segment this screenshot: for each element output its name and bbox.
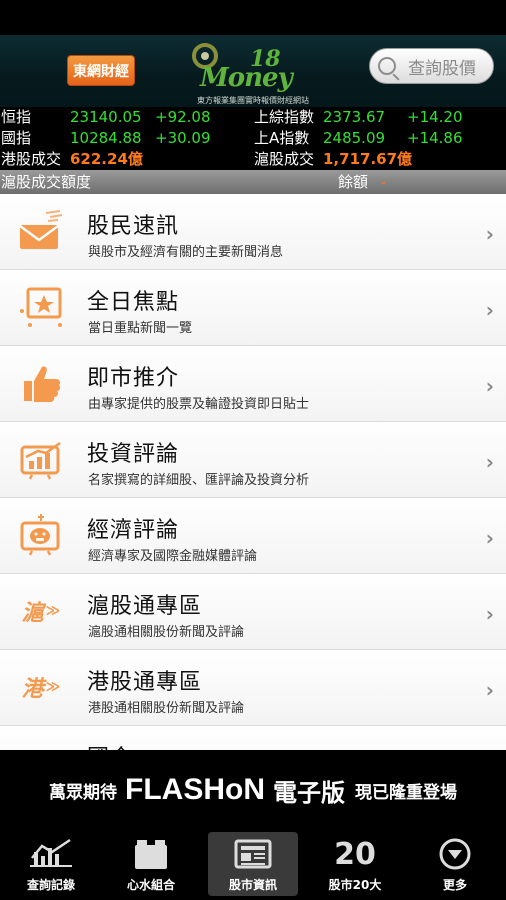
quota-label: 滬股成交額度 (1, 173, 92, 191)
tab-label: 查詢記錄 (26, 878, 75, 892)
logo-text: Money (200, 63, 293, 93)
search-placeholder: 查詢股價 (408, 58, 476, 79)
banner-brand: FLASHoN (125, 773, 265, 806)
menu-item-market-tips[interactable]: 即市推介 由專家提供的股票及輪證投資即日貼士 › (0, 346, 506, 422)
chart-board-icon (16, 436, 66, 482)
tab-label: 心水組合 (126, 878, 175, 892)
balance-value: - (381, 173, 387, 191)
menu-item-soe[interactable]: 國企 (0, 726, 506, 750)
hk-turnover-label: 港股成交 (1, 150, 62, 168)
quota-bar: 滬股成交額度 餘額 - (0, 170, 506, 194)
news-menu: 股民速訊 與股市及經濟有關的主要新聞消息 › 全日焦點 當日重點新聞一覽 › 即… (0, 194, 506, 750)
gang-glyph-icon: 港 ≫ (21, 677, 61, 702)
search-icon (378, 57, 396, 75)
tab-portfolio[interactable]: 心水組合 (106, 832, 196, 896)
menu-item-daily-focus[interactable]: 全日焦點 當日重點新聞一覽 › (0, 270, 506, 346)
menu-title: 即市推介 (87, 366, 180, 391)
hk-turnover-value: 622.24億 (70, 150, 143, 168)
menu-item-hk-connect[interactable]: 港 ≫ 港股通專區 港股通相關股份新聞及評論 › (0, 650, 506, 726)
index-label: 國指 (1, 129, 32, 147)
menu-title: 港股通專區 (87, 670, 203, 695)
piggy-bank-icon (16, 512, 66, 558)
tab-label: 股市20大 (328, 878, 382, 892)
chevron-right-icon: › (485, 374, 494, 398)
sh-turnover-label: 滬股成交 (254, 150, 315, 168)
tab-top-20[interactable]: 20 股市20大 (310, 832, 400, 896)
menu-item-economic-commentary[interactable]: 經濟評論 經濟專家及國際金融媒體評論 › (0, 498, 506, 574)
portfolio-icon (106, 836, 196, 872)
chart-history-icon (6, 836, 96, 872)
index-change: +30.09 (155, 129, 211, 147)
tab-label: 股市資訊 (228, 878, 277, 892)
partial-icon (16, 740, 66, 750)
flashon-banner[interactable]: 萬眾期待 FLASHoN 電子版 現已隆重登場 (0, 750, 506, 830)
ticker-row[interactable]: 國指 10284.88 +30.09 上A指數 2485.09 +14.86 (0, 128, 506, 149)
index-label: 恒指 (1, 108, 32, 126)
menu-title: 國企 (87, 740, 133, 750)
envelope-icon (16, 208, 66, 254)
menu-subtitle: 當日重點新聞一覽 (88, 321, 193, 336)
menu-subtitle: 港股通相關股份新聞及評論 (88, 701, 245, 716)
index-label: 上綜指數 (254, 108, 315, 126)
menu-item-investment-commentary[interactable]: 投資評論 名家撰寫的詳細股、匯評論及投資分析 › (0, 422, 506, 498)
index-value: 10284.88 (70, 129, 142, 147)
chevron-right-icon: › (485, 602, 494, 626)
logo-tagline: 東方報業集團實時報價財經網站 (197, 96, 309, 105)
more-icon (410, 836, 500, 872)
bottom-tab-bar: 查詢記錄 心水組合 股市資訊 20 股市20大 更多 (0, 830, 506, 900)
tab-label: 更多 (442, 878, 467, 892)
menu-subtitle: 名家撰寫的詳細股、匯評論及投資分析 (88, 473, 310, 488)
chevron-right-icon: › (485, 678, 494, 702)
index-change: +14.20 (407, 108, 463, 126)
chevron-right-icon: › (485, 298, 494, 322)
banner-prefix: 萬眾期待 (49, 782, 117, 803)
ticker-row[interactable]: 恒指 23140.05 +92.08 上綜指數 2373.67 +14.20 (0, 107, 506, 128)
index-value: 23140.05 (70, 108, 142, 126)
menu-title: 全日焦點 (87, 290, 180, 315)
menu-item-sh-connect[interactable]: 滬 ≫ 滬股通專區 滬股通相關股份新聞及評論 › (0, 574, 506, 650)
thumbs-up-icon (16, 360, 66, 406)
index-label: 上A指數 (254, 129, 310, 147)
menu-subtitle: 滬股通相關股份新聞及評論 (88, 625, 245, 640)
brand-button[interactable]: 東網財經 (67, 55, 135, 86)
tab-more[interactable]: 更多 (410, 832, 500, 896)
index-value: 2485.09 (323, 129, 386, 147)
app-logo: 18 Money 東方報業集團實時報價財經網站 (188, 37, 318, 107)
banner-suffix: 現已隆重登場 (354, 782, 457, 803)
news-icon (208, 836, 298, 872)
sh-turnover-value: 1,717.67億 (323, 150, 413, 168)
chevron-right-icon: › (485, 222, 494, 246)
menu-title: 滬股通專區 (87, 594, 203, 619)
turnover-row: 港股成交 622.24億 滬股成交 1,717.67億 (0, 149, 506, 170)
status-bar (0, 0, 506, 35)
chevron-right-icon: › (485, 526, 494, 550)
tab-market-info[interactable]: 股市資訊 (208, 832, 298, 896)
menu-title: 投資評論 (87, 442, 180, 467)
menu-item-stock-news[interactable]: 股民速訊 與股市及經濟有關的主要新聞消息 › (0, 194, 506, 270)
menu-subtitle: 經濟專家及國際金融媒體評論 (88, 549, 258, 564)
market-ticker: 恒指 23140.05 +92.08 上綜指數 2373.67 +14.20 國… (0, 107, 506, 170)
menu-title: 經濟評論 (87, 518, 180, 543)
tab-search-history[interactable]: 查詢記錄 (6, 832, 96, 896)
menu-title: 股民速訊 (87, 214, 180, 239)
menu-subtitle: 由專家提供的股票及輪證投資即日貼士 (88, 397, 310, 412)
index-value: 2373.67 (323, 108, 386, 126)
app-header: 東網財經 18 Money 東方報業集團實時報價財經網站 查詢股價 (0, 35, 506, 107)
menu-subtitle: 與股市及經濟有關的主要新聞消息 (88, 245, 284, 260)
banner-product: 電子版 (272, 778, 345, 807)
balance-label: 餘額 (338, 173, 369, 191)
index-change: +92.08 (155, 108, 211, 126)
index-change: +14.86 (407, 129, 463, 147)
star-board-icon (16, 284, 66, 330)
chevron-right-icon: › (485, 450, 494, 474)
hu-glyph-icon: 滬 ≫ (21, 601, 61, 626)
stock-search-input[interactable]: 查詢股價 (369, 48, 494, 84)
top20-icon: 20 (334, 836, 376, 872)
